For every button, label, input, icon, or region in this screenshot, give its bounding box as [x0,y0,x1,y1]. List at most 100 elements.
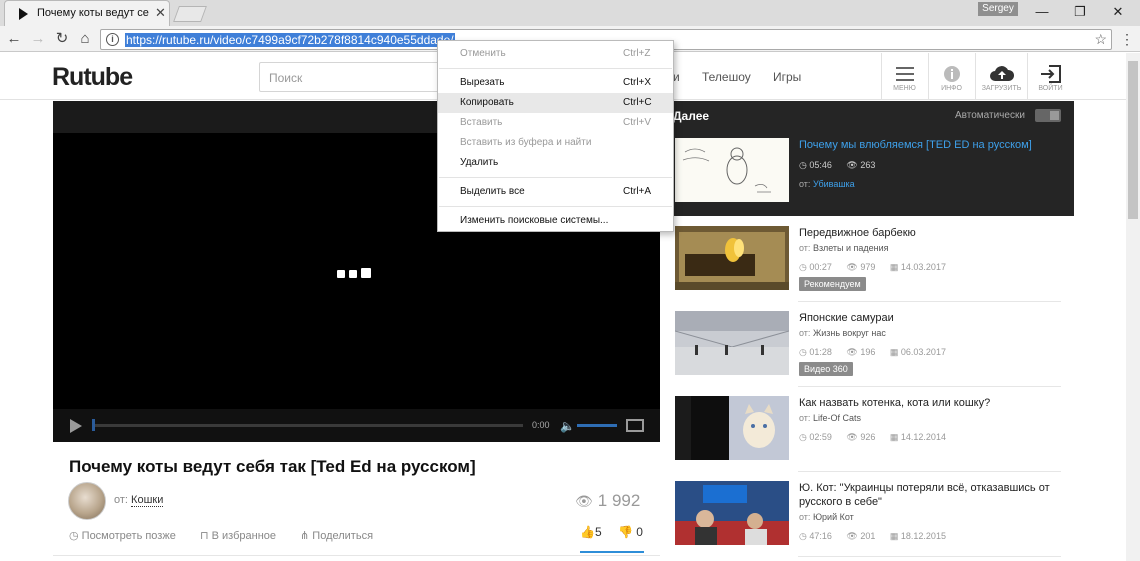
eye-icon: 👁 201 [846,531,876,541]
video-thumbnail[interactable] [675,311,789,375]
channel-avatar[interactable] [68,482,106,520]
clock-icon: ◷ 02:59 [799,432,832,442]
rutube-logo[interactable]: Rutube [52,63,133,92]
calendar-icon: ▦ 14.12.2014 [889,432,946,442]
channel-line: от: Кошки [114,494,164,507]
menu-item-select-all[interactable]: Выделить все Ctrl+A [438,182,673,202]
video-meta: ◷ 01:28 👁 196 ▦ 06.03.2017 [799,347,958,358]
video-title-link[interactable]: Ю. Кот: "Украинцы потеряли всё, отказавш… [799,481,1061,509]
calendar-icon: ▦ 06.03.2017 [889,347,946,357]
new-tab-button[interactable] [173,6,207,22]
volume-icon[interactable]: 🔈 [560,419,575,433]
upload-button[interactable]: ЗАГРУЗИТЬ [975,53,1027,100]
divider [798,471,1061,472]
menu-item-paste[interactable]: Вставить Ctrl+V [438,113,673,133]
video-title-link[interactable]: Передвижное барбекю [799,226,1061,240]
menu-separator [439,68,672,69]
divider [798,301,1061,302]
eye-icon: 👁 196 [846,347,876,357]
play-button-icon[interactable] [70,419,82,433]
video-author: от: Жизнь вокруг нас [799,328,886,338]
nav-link-teleshow[interactable]: Телешоу [702,70,751,84]
list-item[interactable]: Как назвать котенка, кота или кошку? от:… [675,396,1061,466]
thumbs-up-icon: 👍 [580,525,595,539]
info-icon [943,66,960,82]
video-author: от: Убивашка [799,179,855,189]
video360-badge: Видео 360 [799,362,853,376]
bookmark-icon: ⊓ [200,530,212,542]
player-controls: 0:00 🔈 [53,409,660,442]
watch-later-button[interactable]: ◷ Посмотреть позже [69,529,176,542]
scrollbar-thumb[interactable] [1128,61,1138,219]
site-info-icon[interactable]: i [106,33,119,46]
channel-link[interactable]: Кошки [131,494,164,507]
tab-title: Почему коты ведут себя так [Ted Ed на ру… [37,7,149,19]
autoplay-label: Автоматически [955,110,1025,121]
video-meta: ◷ 02:59 👁 926 ▦ 14.12.2014 [799,432,958,443]
info-button[interactable]: ИНФО [928,53,974,100]
profile-name[interactable]: Sergey [978,2,1018,16]
reload-icon[interactable]: ↻ [52,29,72,49]
volume-slider[interactable] [577,424,617,427]
clock-icon: ◷ 05:46 [799,160,832,170]
likes-count: 5 [594,525,602,539]
list-item[interactable]: Передвижное барбекю от: Взлеты и падения… [675,226,1061,296]
menu-icon [895,67,914,81]
share-button[interactable]: ⋔ Поделиться [300,529,373,542]
forward-arrow-icon[interactable]: → [28,29,48,49]
video-thumbnail[interactable] [675,481,789,545]
list-item[interactable]: Ю. Кот: "Украинцы потеряли всё, отказавш… [675,481,1061,551]
menu-button[interactable]: МЕНЮ [881,53,927,100]
next-label: Далее [673,109,710,123]
video-thumbnail[interactable] [675,138,789,202]
like-button[interactable]: 👍5 [580,525,602,539]
video-meta: ◷ 00:27 👁 979 ▦ 14.03.2017 [799,262,958,273]
back-arrow-icon[interactable]: ← [4,29,24,49]
video-thumbnail[interactable] [675,396,789,460]
page-scrollbar[interactable] [1126,53,1140,561]
clock-icon: ◷ 47:16 [799,531,832,541]
video-title-link[interactable]: Почему мы влюбляемся [TED ED на русском] [799,138,1061,152]
clock-icon: ◷ 01:28 [799,347,832,357]
minimize-button[interactable]: — [1030,2,1054,22]
from-prefix: от: [114,494,128,506]
view-count: 👁 1 992 [575,491,640,511]
menu-item-edit-search-engines[interactable]: Изменить поисковые системы... [438,211,673,231]
list-item[interactable]: Почему мы влюбляемся [TED ED на русском]… [675,138,1061,208]
autoplay-toggle[interactable] [1035,109,1061,122]
browser-tab[interactable]: Почему коты ведут себя так [Ted Ed на ру… [4,0,170,26]
menu-item-paste-and-search[interactable]: Вставить из буфера и найти [438,133,673,153]
nav-link-games[interactable]: Игры [773,70,801,84]
menu-item-copy[interactable]: Копировать Ctrl+C [438,93,673,113]
video-title-link[interactable]: Японские самураи [799,311,1061,325]
login-button[interactable]: ВОЙТИ [1027,53,1073,100]
progress-handle[interactable] [92,419,95,431]
eye-icon: 👁 263 [846,160,876,170]
nav-link-partial[interactable]: и [673,70,680,84]
list-item[interactable]: Японские самураи от: Жизнь вокруг нас ◷ … [675,311,1061,381]
thumbs-down-icon: 👎 [618,525,633,539]
menu-item-undo[interactable]: Отменить Ctrl+Z [438,44,673,64]
video-title: Почему коты ведут себя так [Ted Ed на ру… [69,457,476,476]
bookmark-star-icon[interactable]: ☆ [1094,31,1107,48]
video-title-link[interactable]: Как назвать котенка, кота или кошку? [799,396,1061,410]
share-icon: ⋔ [300,530,313,542]
calendar-icon: ▦ 14.03.2017 [889,262,946,272]
menu-item-delete[interactable]: Удалить [438,153,673,173]
video-author: от: Life-Of Cats [799,413,861,423]
video-author: от: Юрий Кот [799,512,854,522]
close-tab-icon[interactable]: ✕ [155,5,166,21]
video-author: от: Взлеты и падения [799,243,889,253]
maximize-button[interactable]: ❐ [1068,2,1092,22]
url-text[interactable]: https://rutube.ru/video/c7499a9cf72b278f… [125,33,455,47]
favorite-button[interactable]: ⊓ В избранное [200,529,276,542]
menu-item-cut[interactable]: Вырезать Ctrl+X [438,73,673,93]
dislike-button[interactable]: 👎 0 [618,525,643,539]
window-close-button[interactable]: ✕ [1106,2,1130,22]
browser-menu-icon[interactable]: ⋮ [1120,29,1134,49]
home-icon[interactable]: ⌂ [75,29,95,49]
search-input[interactable]: Поиск [259,62,449,92]
progress-bar[interactable] [93,424,523,427]
fullscreen-icon[interactable] [626,419,644,432]
video-thumbnail[interactable] [675,226,789,290]
